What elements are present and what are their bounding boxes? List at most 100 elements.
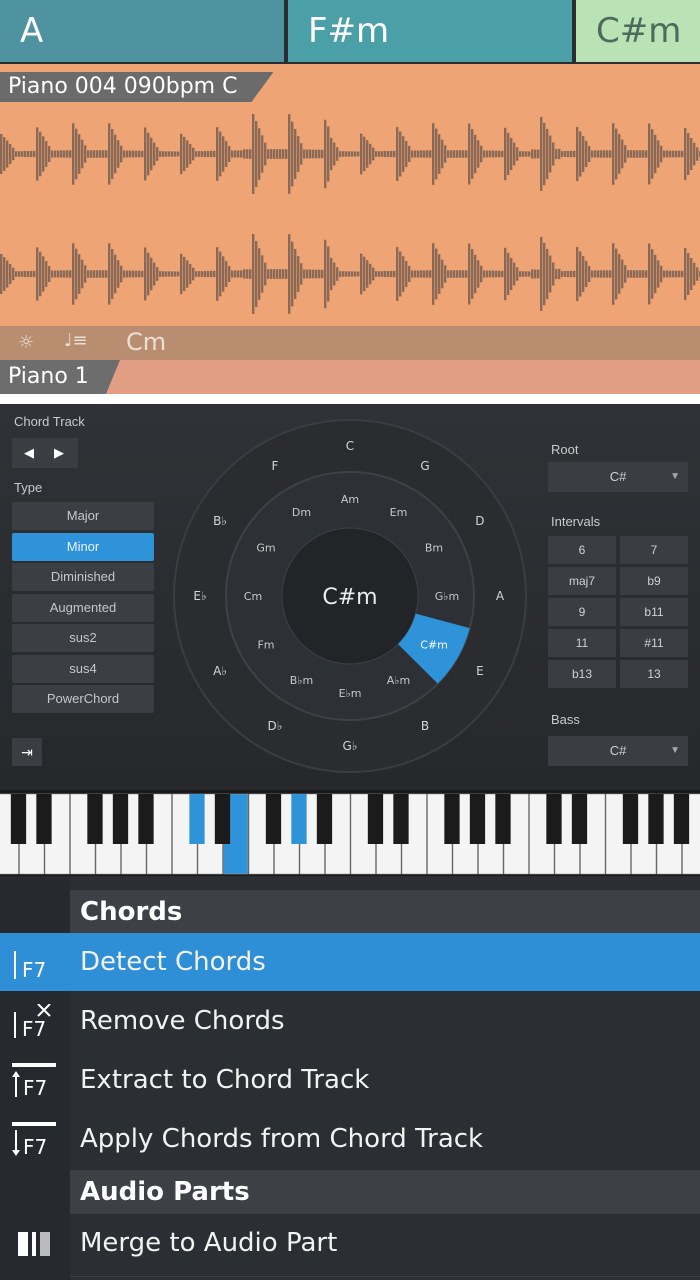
inner-chord-9[interactable]: Cm [244,590,262,603]
black-key[interactable] [444,794,460,844]
interval-9[interactable]: 9 [548,598,616,626]
interval-maj7[interactable]: maj7 [548,567,616,595]
interval-b9[interactable]: b9 [620,567,688,595]
inner-chord-2[interactable]: Bm [425,542,443,555]
outer-chord-4[interactable]: E [476,664,484,678]
chord-type-sus4[interactable]: sus4 [12,654,154,683]
black-key[interactable] [214,794,231,844]
black-key[interactable] [571,794,588,844]
menu-item-label: Detect Chords [80,947,266,977]
interval-13[interactable]: 13 [620,660,688,688]
chord-track-bar: A F#m C#m [0,0,700,64]
root-value: C# [609,469,627,484]
inner-chord-10[interactable]: Gm [256,542,275,555]
chord-type-major[interactable]: Major [12,502,154,530]
inner-chord-8[interactable]: Fm [257,639,274,652]
chord-block-c-sharp-m[interactable]: C#m [576,0,700,62]
gear-icon[interactable]: ☼ [18,332,34,353]
outer-chord-10[interactable]: B♭ [213,514,227,528]
bass-dropdown[interactable]: C# ▼ [548,736,688,766]
inner-chord-5[interactable]: A♭m [387,674,410,687]
outer-chord-8[interactable]: A♭ [213,664,227,678]
track-name[interactable]: Piano 1 [0,360,120,394]
outer-chord-11[interactable]: F [272,459,279,473]
outer-chord-7[interactable]: D♭ [268,719,283,733]
inner-chord-1[interactable]: Em [390,506,408,519]
chord-type-augmented[interactable]: Augmented [12,593,154,622]
outer-chord-0[interactable]: C [346,439,354,453]
inner-chord-11[interactable]: Dm [292,506,311,519]
chord-type-powerchord[interactable]: PowerChord [12,685,154,713]
black-key[interactable] [469,794,486,844]
black-key[interactable] [138,794,154,844]
interval-b11[interactable]: b11 [620,598,688,626]
black-key[interactable] [112,794,129,844]
chord-block-a[interactable]: A [0,0,284,62]
outer-chord-5[interactable]: B [421,719,429,733]
outer-chord-2[interactable]: D [475,514,484,528]
menu-item-label: Apply Chords from Chord Track [80,1124,484,1154]
black-key[interactable] [393,794,409,844]
black-key[interactable] [316,794,333,844]
outer-chord-3[interactable]: A [496,589,505,603]
inner-chord-3[interactable]: G♭m [435,590,459,603]
black-key[interactable] [87,794,103,844]
black-key[interactable] [291,794,307,844]
root-dropdown[interactable]: C# ▼ [548,462,688,492]
audio-event[interactable]: Piano 004 090bpm C ☼ ♩≡ Cm Piano 1 [0,64,700,394]
inner-chord-6[interactable]: E♭m [339,687,362,700]
arrow-left-icon[interactable]: ◀ [24,445,34,461]
menu-item-label: Remove Chords [80,1006,285,1036]
black-key[interactable] [495,794,511,844]
outer-chord-1[interactable]: G [420,459,429,473]
menu-item-label: Extract to Chord Track [80,1065,370,1095]
black-key[interactable] [265,794,282,844]
menu-item-apply-chords-from-chord-track[interactable]: F7 Apply Chords from Chord Track [0,1110,700,1168]
piano-keyboard[interactable] [0,790,700,876]
apply-chords-icon: F7 [12,1122,56,1158]
menu-item-extract-to-chord-track[interactable]: F7 Extract to Chord Track [0,1051,700,1109]
chord-edit-icon[interactable]: ♩≡ [64,330,88,351]
menu-bottom-divider [70,1276,700,1277]
chord-type-sus2[interactable]: sus2 [12,624,154,652]
interval-sharp11[interactable]: #11 [620,629,688,657]
menu-item-merge-to-audio-part[interactable]: Merge to Audio Part [0,1214,700,1272]
inner-chord-4[interactable]: C#m [420,639,448,652]
inner-chord-0[interactable]: Am [341,493,359,506]
interval-b13[interactable]: b13 [548,660,616,688]
chord-type-diminished[interactable]: Diminished [12,563,154,591]
circle-of-fifths: C G D A E B G♭ D♭ A♭ E♭ B♭ F Am Em Bm G♭m C#m A♭m E♭m B♭m Fm… [173,419,527,773]
black-key[interactable] [367,794,384,844]
black-key[interactable] [648,794,664,844]
inner-chord-7[interactable]: B♭m [290,674,313,687]
outer-chord-6[interactable]: G♭ [343,739,358,753]
black-key[interactable] [622,794,639,844]
audio-event-footer: ☼ ♩≡ Cm [0,326,700,360]
svg-text:F7: F7 [23,1135,47,1158]
black-key[interactable] [189,794,205,844]
black-key[interactable] [546,794,562,844]
black-key[interactable] [36,794,52,844]
chevron-down-icon: ▼ [670,745,680,756]
menu-item-label: Merge to Audio Part [80,1228,338,1258]
track-header-bar: Piano 1 [0,360,700,394]
black-key[interactable] [10,794,27,844]
chord-track-label: Chord Track [14,414,85,429]
svg-text:F7: F7 [23,1076,47,1099]
remove-chords-icon: F7 [14,1004,51,1040]
interval-11[interactable]: 11 [548,629,616,657]
bass-label: Bass [551,712,580,727]
outer-chord-9[interactable]: E♭ [193,589,206,603]
merge-icon [18,1232,50,1256]
menu-item-remove-chords[interactable]: F7 Remove Chords [0,992,700,1050]
type-label: Type [14,480,43,495]
interval-7[interactable]: 7 [620,536,688,564]
interval-6[interactable]: 6 [548,536,616,564]
black-key[interactable] [673,794,690,844]
menu-item-detect-chords[interactable]: F7 Detect Chords [0,933,700,991]
audio-footer-chord: Cm [126,328,167,356]
apply-arrow-icon[interactable]: ⇥ [12,738,42,766]
chord-block-f-sharp-m[interactable]: F#m [288,0,572,62]
chord-type-minor[interactable]: Minor [12,532,154,561]
arrow-right-icon[interactable]: ▶ [54,445,64,461]
